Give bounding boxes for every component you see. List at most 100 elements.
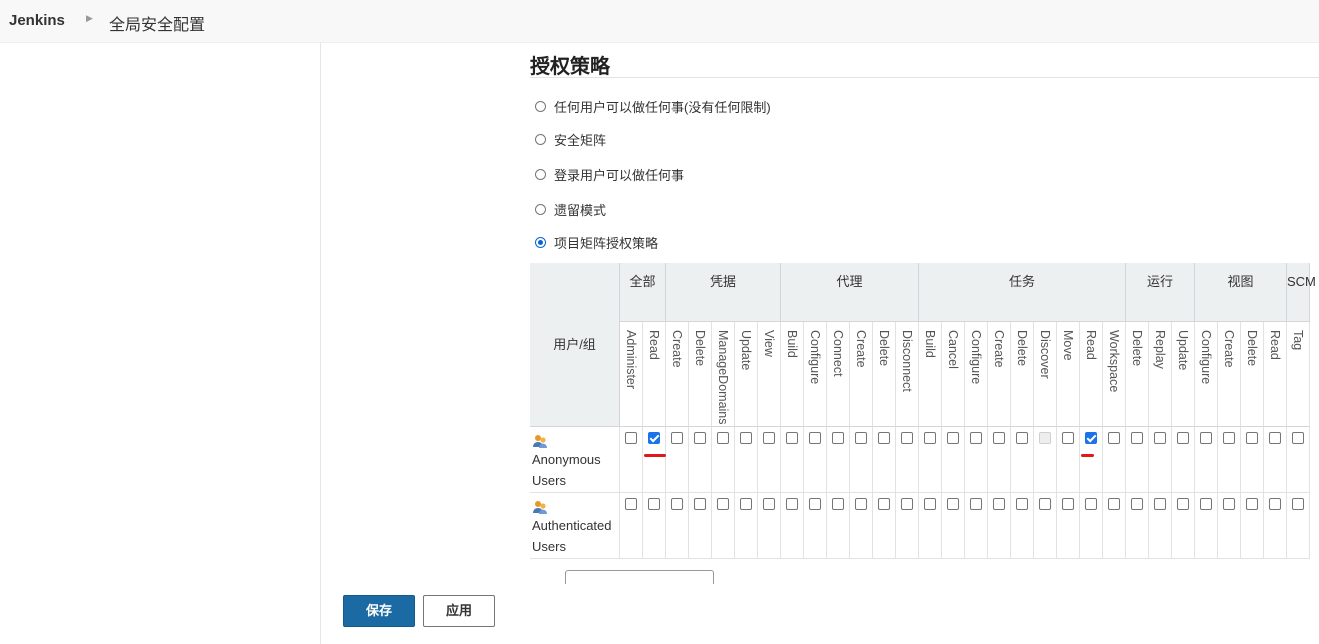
permission-checkbox[interactable] — [1131, 432, 1143, 444]
matrix-user-name: Anonymous Users — [532, 452, 601, 488]
permission-checkbox[interactable] — [1246, 498, 1258, 510]
permission-checkbox[interactable] — [1154, 498, 1166, 510]
permission-checkbox[interactable] — [648, 432, 660, 444]
permission-checkbox[interactable] — [1154, 432, 1166, 444]
matrix-permission-header: Read — [643, 322, 666, 427]
matrix-permission-cell — [666, 427, 689, 493]
permission-checkbox[interactable] — [763, 432, 775, 444]
permission-label: Read — [1084, 330, 1098, 360]
permission-checkbox[interactable] — [947, 432, 959, 444]
permission-checkbox[interactable] — [970, 498, 982, 510]
matrix-permission-header: Read — [1080, 322, 1103, 427]
permission-checkbox[interactable] — [1223, 432, 1235, 444]
permission-checkbox[interactable] — [855, 432, 867, 444]
strategy-radio[interactable] — [535, 204, 546, 215]
permission-checkbox[interactable] — [1269, 432, 1281, 444]
permission-checkbox[interactable] — [694, 432, 706, 444]
matrix-permission-cell — [942, 427, 965, 493]
permission-label: Move — [1061, 330, 1075, 361]
permission-checkbox[interactable] — [878, 498, 890, 510]
permission-checkbox[interactable] — [1200, 432, 1212, 444]
permission-checkbox[interactable] — [809, 432, 821, 444]
matrix-permission-cell — [735, 493, 758, 559]
permission-checkbox[interactable] — [1223, 498, 1235, 510]
strategy-radio[interactable] — [535, 134, 546, 145]
permission-checkbox[interactable] — [1016, 432, 1028, 444]
permission-checkbox[interactable] — [625, 498, 637, 510]
permission-checkbox[interactable] — [1039, 498, 1051, 510]
permission-checkbox[interactable] — [717, 432, 729, 444]
permission-checkbox[interactable] — [1062, 498, 1074, 510]
permission-checkbox[interactable] — [924, 432, 936, 444]
permission-checkbox[interactable] — [832, 498, 844, 510]
matrix-permission-header: Administer — [620, 322, 643, 427]
strategy-option[interactable]: 任何用户可以做任何事(没有任何限制) — [535, 97, 771, 116]
permission-checkbox[interactable] — [1131, 498, 1143, 510]
permission-checkbox[interactable] — [786, 498, 798, 510]
permission-checkbox[interactable] — [1062, 432, 1074, 444]
user-group-icon — [533, 435, 547, 448]
permission-checkbox[interactable] — [1085, 432, 1097, 444]
permission-checkbox[interactable] — [924, 498, 936, 510]
strategy-radio[interactable] — [535, 169, 546, 180]
permission-checkbox[interactable] — [648, 498, 660, 510]
permission-checkbox[interactable] — [855, 498, 867, 510]
permission-checkbox[interactable] — [1085, 498, 1097, 510]
permission-checkbox[interactable] — [1016, 498, 1028, 510]
permission-checkbox[interactable] — [717, 498, 729, 510]
permission-checkbox[interactable] — [832, 432, 844, 444]
permission-checkbox[interactable] — [809, 498, 821, 510]
permission-checkbox[interactable] — [1200, 498, 1212, 510]
permission-checkbox[interactable] — [671, 432, 683, 444]
matrix-permission-cell — [1080, 493, 1103, 559]
permission-checkbox[interactable] — [740, 432, 752, 444]
permission-checkbox[interactable] — [1108, 432, 1120, 444]
permission-label: Configure — [1199, 330, 1213, 385]
permission-checkbox[interactable] — [1177, 432, 1189, 444]
permission-checkbox[interactable] — [1108, 498, 1120, 510]
permission-label: Delete — [877, 330, 891, 367]
permission-checkbox[interactable] — [625, 432, 637, 444]
strategy-option[interactable]: 项目矩阵授权策略 — [535, 233, 658, 252]
matrix-permission-header: Configure — [804, 322, 827, 427]
permission-checkbox[interactable] — [763, 498, 775, 510]
apply-button[interactable]: 应用 — [423, 595, 495, 627]
breadcrumb-jenkins[interactable]: Jenkins — [9, 12, 65, 29]
matrix-permission-header: Cancel — [942, 322, 965, 427]
permission-checkbox[interactable] — [993, 498, 1005, 510]
matrix-permission-header: Delete — [873, 322, 896, 427]
matrix-permission-cell — [1287, 427, 1310, 493]
permission-checkbox[interactable] — [1292, 432, 1304, 444]
permission-checkbox[interactable] — [970, 432, 982, 444]
matrix-permission-cell — [850, 427, 873, 493]
matrix-permission-header: Create — [850, 322, 873, 427]
strategy-radio[interactable] — [535, 237, 546, 248]
strategy-option[interactable]: 遗留模式 — [535, 200, 606, 219]
matrix-permission-cell — [965, 493, 988, 559]
permission-checkbox[interactable] — [1269, 498, 1281, 510]
matrix-permission-header: Read — [1264, 322, 1287, 427]
permission-checkbox[interactable] — [740, 498, 752, 510]
permission-checkbox[interactable] — [671, 498, 683, 510]
permission-checkbox[interactable] — [1246, 432, 1258, 444]
breadcrumb-current[interactable]: 全局安全配置 — [109, 11, 205, 35]
permission-checkbox[interactable] — [901, 498, 913, 510]
permission-checkbox[interactable] — [901, 432, 913, 444]
permission-label: Create — [670, 330, 684, 368]
strategy-radio[interactable] — [535, 101, 546, 112]
permission-checkbox[interactable] — [786, 432, 798, 444]
permission-label: Create — [992, 330, 1006, 368]
permission-checkbox[interactable] — [1177, 498, 1189, 510]
matrix-permission-cell — [1034, 427, 1057, 493]
save-button[interactable]: 保存 — [343, 595, 415, 627]
permission-checkbox[interactable] — [878, 432, 890, 444]
permission-checkbox[interactable] — [694, 498, 706, 510]
permission-checkbox[interactable] — [993, 432, 1005, 444]
permission-checkbox[interactable] — [947, 498, 959, 510]
strategy-option[interactable]: 登录用户可以做任何事 — [535, 165, 684, 184]
strategy-option[interactable]: 安全矩阵 — [535, 130, 606, 149]
matrix-permission-header: Delete — [1011, 322, 1034, 427]
add-user-field[interactable] — [565, 570, 714, 584]
permission-label: Tag — [1291, 330, 1305, 351]
permission-checkbox[interactable] — [1292, 498, 1304, 510]
